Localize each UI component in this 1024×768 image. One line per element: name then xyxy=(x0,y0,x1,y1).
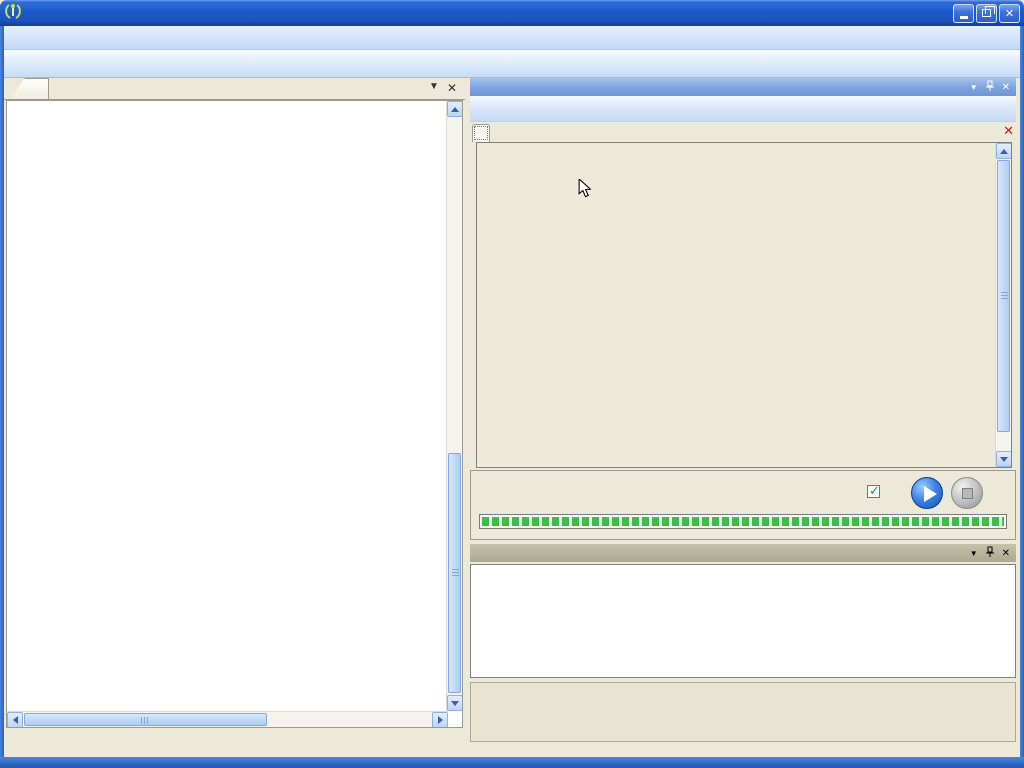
title-bar: ✕ xyxy=(0,0,1024,26)
property-content xyxy=(470,564,1016,678)
network-tab-close-icon[interactable]: ✕ xyxy=(1003,124,1014,137)
document-panel: ▼ ✕ xyxy=(4,78,465,746)
tab-close-icon[interactable]: ✕ xyxy=(447,81,457,95)
right-dock: ▼ ✕ ✕ xyxy=(466,78,1020,746)
network-connections xyxy=(477,143,995,467)
stop-icon xyxy=(962,488,973,499)
main-toolbar xyxy=(4,50,1020,78)
property-pin-icon[interactable] xyxy=(985,546,995,561)
network-toolbar xyxy=(470,96,1016,122)
restore-button[interactable] xyxy=(976,4,997,23)
hscroll-thumb[interactable] xyxy=(24,713,267,726)
tab-project1[interactable] xyxy=(10,78,49,99)
app-window: ✕ ▼ ✕ xyxy=(0,0,1024,768)
chart-hscrollbar[interactable] xyxy=(7,711,448,727)
network-close-icon[interactable]: ✕ xyxy=(1002,82,1010,93)
close-button[interactable]: ✕ xyxy=(999,4,1020,23)
document-tab-bar: ▼ ✕ xyxy=(4,78,465,100)
network-vscroll-thumb[interactable] xyxy=(997,160,1010,432)
app-logo-icon xyxy=(4,3,22,24)
chart-viewport xyxy=(6,100,463,728)
network-vscrollbar[interactable] xyxy=(995,143,1011,467)
minimize-button[interactable] xyxy=(953,4,974,23)
network-scroll-down-icon[interactable] xyxy=(996,451,1012,467)
charts-area xyxy=(7,101,447,727)
run-button[interactable] xyxy=(911,477,943,509)
vscroll-thumb[interactable] xyxy=(448,453,461,693)
scroll-down-icon[interactable] xyxy=(447,695,463,711)
mouse-cursor xyxy=(577,179,593,202)
menu-bar xyxy=(4,26,1020,50)
chart-vscrollbar[interactable] xyxy=(446,101,462,711)
network-tab-project1[interactable] xyxy=(472,124,490,142)
run-status-box: ✓ xyxy=(470,470,1016,540)
tab-list-dropdown-icon[interactable]: ▼ xyxy=(429,81,439,95)
auto-checkbox[interactable]: ✓ xyxy=(867,485,880,498)
window-border-bottom xyxy=(0,757,1024,768)
network-panel-caption: ▼ ✕ xyxy=(470,78,1016,96)
play-icon xyxy=(924,486,937,502)
network-tab-bar: ✕ xyxy=(466,122,1020,142)
network-canvas[interactable] xyxy=(476,142,1012,468)
scroll-up-icon[interactable] xyxy=(447,101,463,117)
checkmark-icon: ✓ xyxy=(869,483,880,499)
property-lower-area xyxy=(470,682,1016,742)
network-pin-icon[interactable] xyxy=(985,80,995,95)
property-dropdown-icon[interactable]: ▼ xyxy=(970,549,978,558)
progress-bar xyxy=(479,514,1007,529)
property-close-icon[interactable]: ✕ xyxy=(1002,548,1010,559)
scroll-right-icon[interactable] xyxy=(432,712,448,728)
network-dropdown-icon[interactable]: ▼ xyxy=(970,83,978,92)
network-scroll-up-icon[interactable] xyxy=(996,143,1012,159)
stop-button[interactable] xyxy=(951,477,983,509)
scroll-left-icon[interactable] xyxy=(7,712,23,728)
window-border-right xyxy=(1020,26,1024,768)
property-panel-caption: ▼ ✕ xyxy=(470,544,1016,562)
